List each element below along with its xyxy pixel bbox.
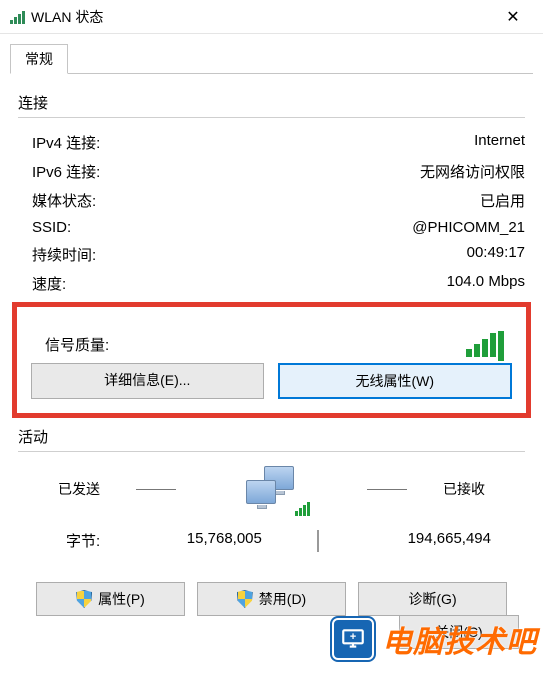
- diagnose-button[interactable]: 诊断(G): [358, 582, 507, 616]
- highlight-box: 信号质量: 详细信息(E)... 无线属性(W): [12, 302, 531, 418]
- row-ipv4: IPv4 连接: Internet: [18, 128, 525, 157]
- mini-signal-icon: [295, 502, 310, 516]
- value-ipv4: Internet: [474, 132, 525, 153]
- label-duration: 持续时间:: [18, 244, 96, 265]
- section-activity-wrap: 活动 已发送 已接收 字节: 15,768,005 194,665,494: [18, 426, 525, 552]
- wifi-signal-icon: [10, 10, 25, 24]
- section-connection: 连接: [18, 92, 525, 113]
- value-duration: 00:49:17: [467, 244, 525, 265]
- row-bytes: 字节: 15,768,005 194,665,494: [18, 512, 525, 552]
- label-received: 已接收: [443, 479, 485, 499]
- svg-text:+: +: [350, 631, 356, 643]
- value-bytes-recv: 194,665,494: [341, 530, 491, 552]
- activity-icon-group: [212, 466, 332, 512]
- row-ipv6: IPv6 连接: 无网络访问权限: [18, 157, 525, 186]
- value-media: 已启用: [480, 190, 525, 211]
- label-signal: 信号质量:: [31, 334, 109, 355]
- window-title: WLAN 状态: [31, 7, 493, 27]
- close-icon[interactable]: ✕: [493, 7, 533, 27]
- label-ipv6: IPv6 连接:: [18, 161, 100, 182]
- row-media: 媒体状态: 已启用: [18, 186, 525, 215]
- section-activity: 活动: [18, 426, 525, 447]
- vertical-divider: [317, 530, 319, 552]
- footer-close-wrap: 关闭(C): [399, 615, 519, 649]
- label-bytes: 字节:: [52, 530, 132, 552]
- row-speed: 速度: 104.0 Mbps: [18, 269, 525, 298]
- value-bytes-sent: 15,768,005: [154, 530, 294, 552]
- bottom-button-row: 属性(P) 禁用(D) 诊断(G): [18, 582, 525, 616]
- properties-button[interactable]: 属性(P): [36, 582, 185, 616]
- title-bar: WLAN 状态 ✕: [0, 0, 543, 34]
- button-row-details: 详细信息(E)... 无线属性(W): [31, 363, 512, 399]
- wireless-properties-button[interactable]: 无线属性(W): [278, 363, 513, 399]
- shield-icon: [237, 590, 253, 608]
- diagnose-button-label: 诊断(G): [408, 589, 456, 609]
- close-button[interactable]: 关闭(C): [399, 615, 519, 649]
- label-sent: 已发送: [58, 479, 100, 499]
- value-ipv6: 无网络访问权限: [420, 161, 525, 182]
- dash-left: [136, 489, 176, 490]
- details-button[interactable]: 详细信息(E)...: [31, 363, 264, 399]
- network-monitors-icon: [242, 466, 302, 512]
- disable-button[interactable]: 禁用(D): [197, 582, 346, 616]
- watermark-logo-icon: +: [332, 618, 374, 660]
- label-ssid: SSID:: [18, 219, 71, 236]
- properties-button-label: 属性(P): [98, 589, 145, 609]
- dash-right: [367, 489, 407, 490]
- disable-button-label: 禁用(D): [259, 589, 306, 609]
- signal-bars-icon: [466, 331, 504, 357]
- label-ipv4: IPv4 连接:: [18, 132, 100, 153]
- activity-columns: 已发送 已接收: [18, 462, 525, 512]
- row-duration: 持续时间: 00:49:17: [18, 240, 525, 269]
- shield-icon: [76, 590, 92, 608]
- tab-strip: 常规: [0, 34, 543, 74]
- value-speed: 104.0 Mbps: [447, 273, 525, 294]
- row-ssid: SSID: @PHICOMM_21: [18, 215, 525, 240]
- label-speed: 速度:: [18, 273, 66, 294]
- row-signal: 信号质量:: [31, 317, 512, 363]
- panel-content: 连接 IPv4 连接: Internet IPv6 连接: 无网络访问权限 媒体…: [0, 74, 543, 616]
- label-media: 媒体状态:: [18, 190, 96, 211]
- value-ssid: @PHICOMM_21: [412, 219, 525, 236]
- tab-general[interactable]: 常规: [10, 44, 68, 74]
